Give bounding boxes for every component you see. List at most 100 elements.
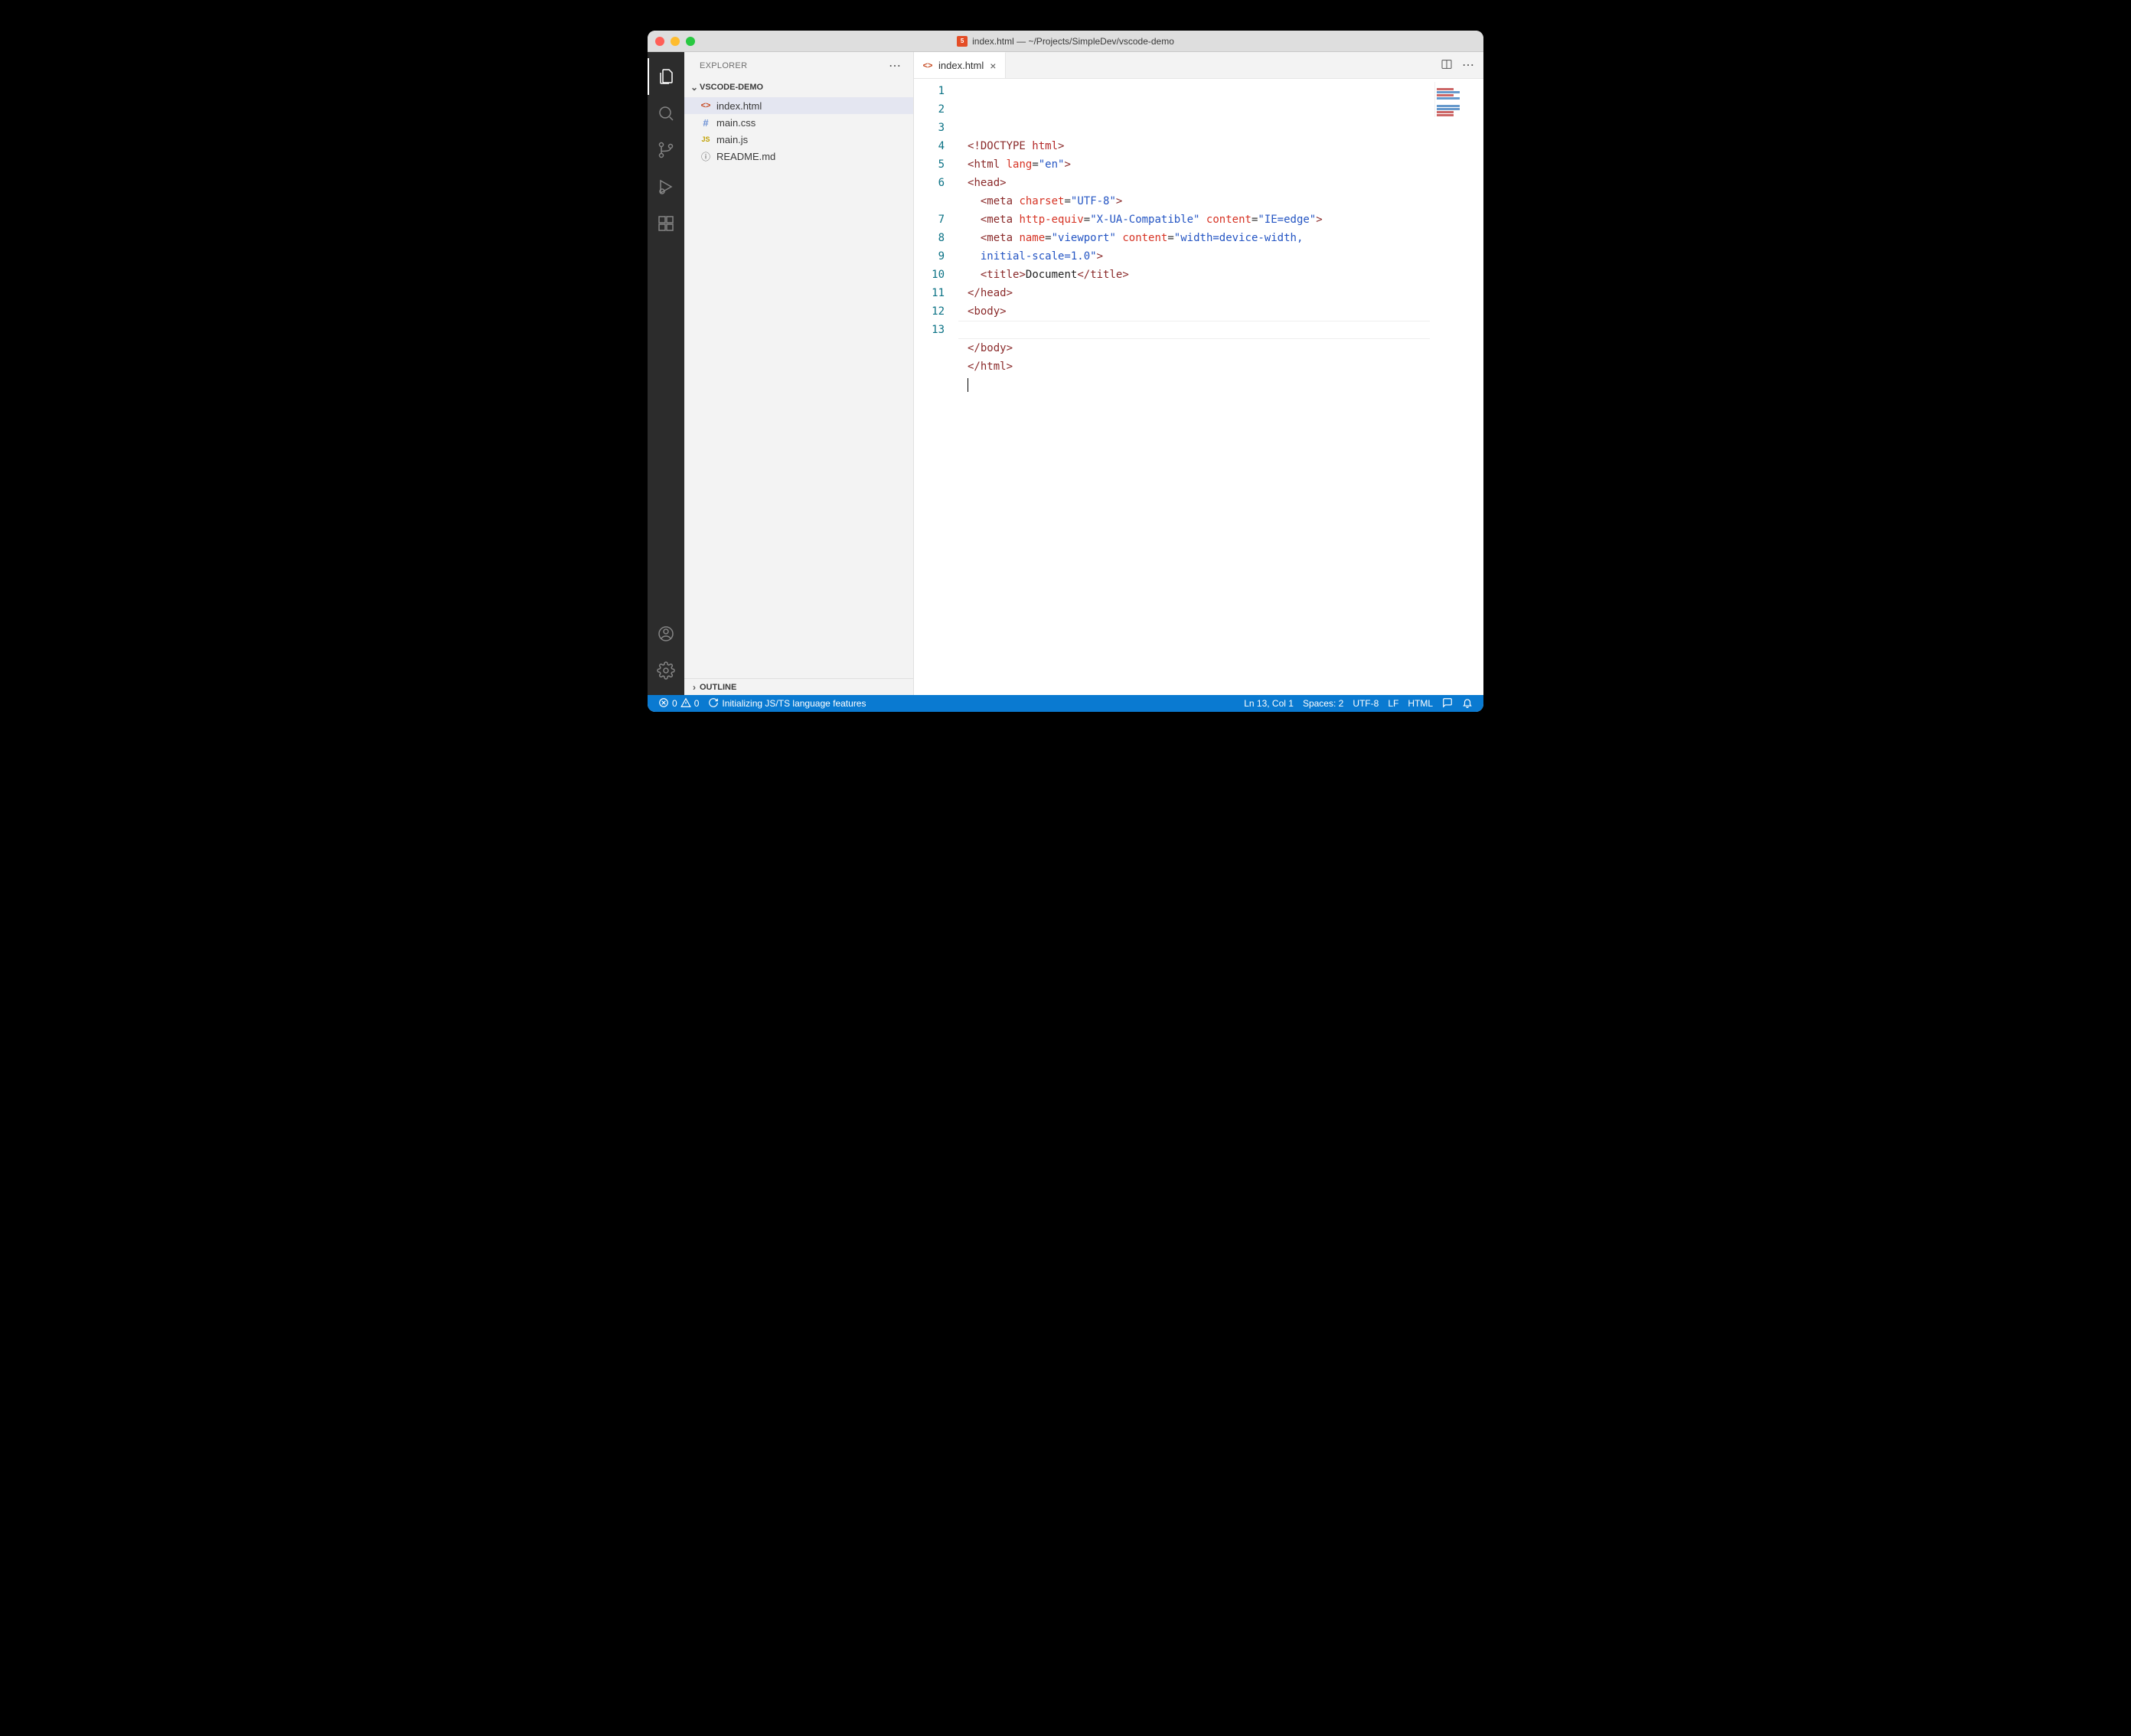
account-icon (657, 625, 675, 643)
sidebar-more-icon[interactable]: ⋯ (889, 58, 902, 73)
extensions-icon (657, 214, 675, 233)
file-item[interactable]: <> index.html (684, 97, 913, 114)
code-line[interactable]: </body> (968, 339, 1483, 357)
file-name: index.html (716, 100, 762, 112)
line-number: 9 (914, 247, 958, 266)
file-tree: <> index.html # main.css JS main.js ⓘREADME.md (684, 96, 913, 678)
code-area[interactable]: <!DOCTYPE html><html lang="en"><head> <m… (958, 79, 1483, 695)
file-item[interactable]: # main.css (684, 114, 913, 131)
tab-index-html[interactable]: <> index.html × (914, 52, 1006, 78)
outline-section-header[interactable]: › OUTLINE (684, 678, 913, 695)
code-line[interactable]: <!DOCTYPE html> (968, 137, 1483, 155)
activity-bar (648, 52, 684, 695)
file-type-icon: <> (700, 101, 712, 110)
activity-explorer[interactable] (648, 58, 684, 95)
status-eol[interactable]: LF (1383, 698, 1403, 709)
sync-icon (708, 697, 719, 710)
bell-icon (1462, 697, 1473, 710)
activity-source-control[interactable] (648, 132, 684, 168)
status-lncol[interactable]: Ln 13, Col 1 (1239, 698, 1298, 709)
chevron-right-icon: › (689, 682, 700, 693)
status-spaces[interactable]: Spaces: 2 (1298, 698, 1348, 709)
file-name: main.js (716, 134, 748, 145)
window-title: 5 index.html — ~/Projects/SimpleDev/vsco… (648, 36, 1483, 47)
code-line[interactable]: <head> (968, 174, 1483, 192)
line-number: 8 (914, 229, 958, 247)
html-file-icon: 5 (957, 36, 968, 47)
tab-label: index.html (938, 60, 984, 71)
code-line[interactable]: <title>Document</title> (968, 266, 1483, 284)
html-file-icon: <> (922, 61, 934, 70)
error-count: 0 (672, 698, 677, 709)
file-type-icon: # (700, 117, 712, 129)
outline-label: OUTLINE (700, 683, 736, 692)
activity-settings[interactable] (648, 652, 684, 689)
status-init-text: Initializing JS/TS language features (722, 698, 866, 709)
status-encoding[interactable]: UTF-8 (1348, 698, 1383, 709)
code-line[interactable] (968, 376, 1483, 394)
window-close-button[interactable] (655, 37, 664, 46)
status-problems[interactable]: 0 0 (654, 697, 703, 710)
tab-bar: <> index.html × ⋯ (914, 52, 1483, 79)
error-icon (658, 697, 669, 710)
status-language[interactable]: HTML (1403, 698, 1438, 709)
activity-run-debug[interactable] (648, 168, 684, 205)
line-number: 5 (914, 155, 958, 174)
line-number: 4 (914, 137, 958, 155)
warning-icon (680, 697, 691, 710)
activity-search[interactable] (648, 95, 684, 132)
project-name: VSCODE-DEMO (700, 83, 763, 92)
cursor-line-highlight (958, 321, 1430, 339)
titlebar: 5 index.html — ~/Projects/SimpleDev/vsco… (648, 31, 1483, 52)
search-icon (657, 104, 675, 122)
line-number: 2 (914, 100, 958, 119)
status-notifications[interactable] (1457, 697, 1477, 710)
code-line[interactable]: </html> (968, 357, 1483, 376)
gear-icon (657, 661, 675, 680)
line-number: 7 (914, 210, 958, 229)
file-item[interactable]: JS main.js (684, 131, 913, 148)
file-name: README.md (716, 151, 775, 162)
tab-actions: ⋯ (1433, 52, 1483, 78)
code-line[interactable]: <body> (968, 302, 1483, 321)
sidebar-title: EXPLORER (700, 61, 747, 70)
file-type-icon: JS (700, 135, 712, 143)
line-number: 10 (914, 266, 958, 284)
file-name: main.css (716, 117, 755, 129)
activity-extensions[interactable] (648, 205, 684, 242)
code-line[interactable]: <meta http-equiv="X-UA-Compatible" conte… (968, 210, 1483, 229)
editor-area: <> index.html × ⋯ 12345678910111213 (914, 52, 1483, 695)
traffic-lights (655, 37, 695, 46)
code-line[interactable]: </head> (968, 284, 1483, 302)
window-minimize-button[interactable] (671, 37, 680, 46)
line-number-gutter: 12345678910111213 (914, 79, 958, 695)
chevron-down-icon: ⌄ (689, 82, 700, 93)
explorer-sidebar: EXPLORER ⋯ ⌄ VSCODE-DEMO <> index.html # ma… (684, 52, 914, 695)
window-zoom-button[interactable] (686, 37, 695, 46)
line-number: 13 (914, 321, 958, 339)
editor-body[interactable]: 12345678910111213 <!DOCTYPE html><html l… (914, 79, 1483, 695)
line-number: 1 (914, 82, 958, 100)
line-number: 12 (914, 302, 958, 321)
files-icon (658, 67, 676, 86)
feedback-icon (1442, 697, 1453, 710)
code-line[interactable]: <meta charset="UTF-8"> (968, 192, 1483, 210)
editor-more-icon[interactable]: ⋯ (1462, 57, 1476, 73)
split-editor-icon[interactable] (1441, 58, 1453, 73)
window-title-text: index.html — ~/Projects/SimpleDev/vscode… (972, 36, 1174, 47)
minimap[interactable] (1434, 82, 1480, 117)
code-line[interactable]: <html lang="en"> (968, 155, 1483, 174)
line-number: 3 (914, 119, 958, 137)
status-initializing[interactable]: Initializing JS/TS language features (703, 697, 870, 710)
code-line[interactable]: <meta name="viewport" content="width=dev… (968, 229, 1483, 247)
activity-accounts[interactable] (648, 615, 684, 652)
vscode-window: 5 index.html — ~/Projects/SimpleDev/vsco… (648, 31, 1483, 712)
sidebar-header: EXPLORER ⋯ (684, 52, 913, 79)
status-feedback[interactable] (1438, 697, 1457, 710)
code-line[interactable]: initial-scale=1.0"> (968, 247, 1483, 266)
file-item[interactable]: ⓘREADME.md (684, 148, 913, 165)
project-section-header[interactable]: ⌄ VSCODE-DEMO (684, 79, 913, 96)
warning-count: 0 (694, 698, 700, 709)
status-bar: 0 0 Initializing JS/TS language features… (648, 695, 1483, 712)
close-icon[interactable]: × (988, 60, 997, 72)
